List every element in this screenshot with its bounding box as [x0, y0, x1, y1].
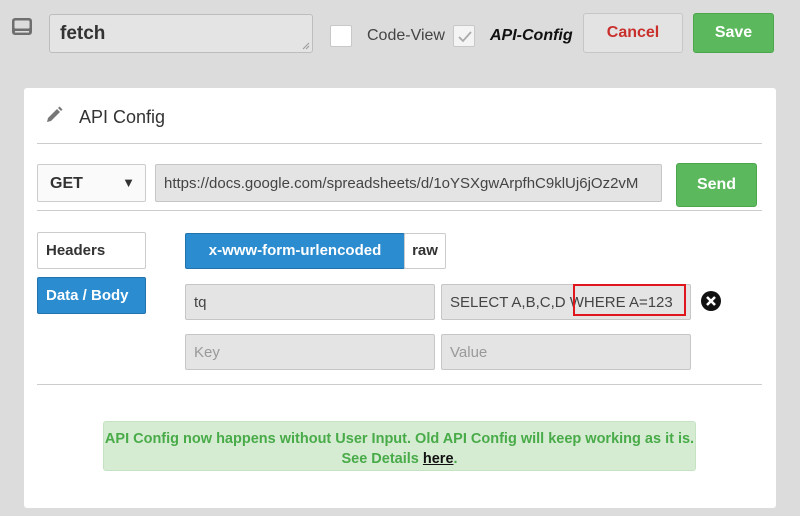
notice-suffix: . — [453, 451, 458, 467]
api-config-panel: API Config GET ▼ https://docs.google.com… — [24, 88, 776, 508]
method-value: GET — [50, 175, 83, 192]
api-config-label: API-Config — [490, 27, 573, 44]
tab-data-body[interactable]: Data / Body — [37, 277, 146, 314]
code-view-label: Code-View — [367, 27, 445, 44]
monitor-icon — [11, 16, 33, 38]
body-type-raw-button[interactable]: raw — [404, 233, 446, 269]
tab-headers[interactable]: Headers — [37, 232, 146, 269]
resize-grip-icon[interactable] — [302, 42, 310, 50]
new-value-input[interactable]: Value — [441, 334, 691, 370]
method-select[interactable]: GET ▼ — [37, 164, 146, 202]
param-key-input[interactable]: tq — [185, 284, 435, 320]
url-input[interactable]: https://docs.google.com/spreadsheets/d/1… — [155, 164, 662, 202]
dropdown-arrow-icon: ▼ — [122, 175, 135, 190]
api-config-checkbox[interactable] — [453, 25, 475, 47]
cancel-button[interactable]: Cancel — [583, 13, 683, 53]
panel-title: API Config — [79, 107, 166, 127]
divider — [37, 384, 762, 385]
new-key-input[interactable]: Key — [185, 334, 435, 370]
checkmark-icon — [458, 31, 472, 43]
name-input-value: fetch — [60, 23, 106, 44]
remove-param-icon[interactable] — [700, 290, 722, 312]
body-type-urlencoded-button[interactable]: x-www-form-urlencoded — [185, 233, 405, 269]
notice-text: API Config now happens without User Inpu… — [104, 431, 695, 467]
send-button[interactable]: Send — [676, 163, 757, 207]
name-input[interactable]: fetch — [49, 14, 313, 53]
divider — [37, 210, 762, 211]
pencil-icon — [44, 105, 64, 130]
notice-banner: API Config now happens without User Inpu… — [103, 421, 696, 471]
save-button[interactable]: Save — [693, 13, 774, 53]
notice-details-link[interactable]: here — [423, 451, 454, 467]
code-view-checkbox[interactable] — [330, 25, 352, 47]
highlight-box — [573, 284, 686, 316]
divider — [37, 143, 762, 144]
